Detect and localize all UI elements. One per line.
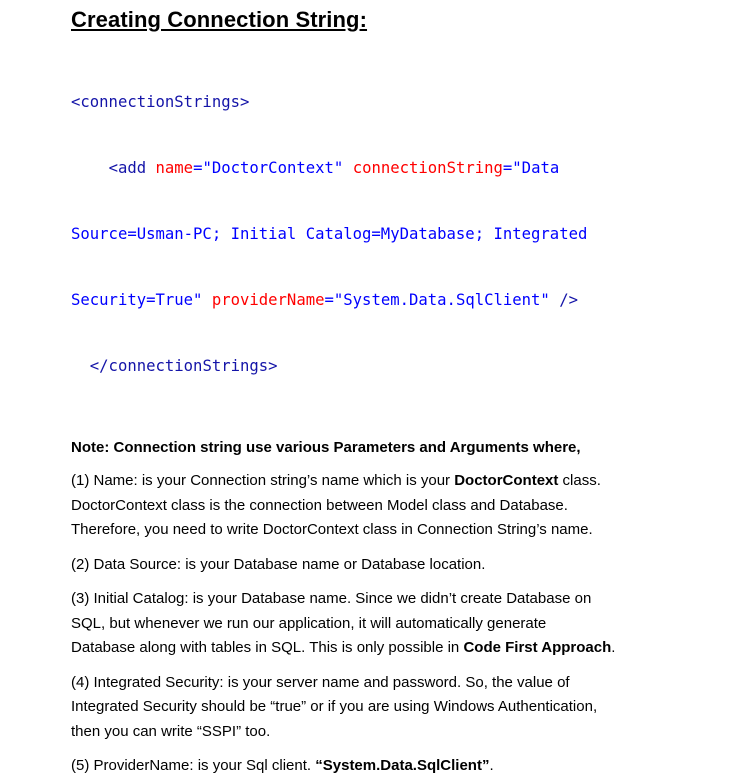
paragraph-line: (3) Initial Catalog: is your Database na…: [71, 590, 592, 607]
text-run: .: [489, 757, 494, 774]
code-provider-attr: providerName: [211, 291, 325, 309]
paragraph-line: DoctorContext class is the connection be…: [71, 496, 568, 514]
paragraph-line: (4) Integrated Security: is your server …: [71, 673, 570, 691]
text-run: Database along with tables in SQL. This …: [71, 639, 464, 656]
code-eq-2: =: [502, 159, 513, 177]
note-heading: Note: Connection string use various Para…: [71, 439, 581, 456]
text-run: (1) Name: is your Connection string’s na…: [71, 472, 455, 489]
text-run: .: [611, 639, 616, 656]
section-heading: Creating Connection String:: [71, 7, 368, 32]
paragraph-name: (1) Name: is your Connection string’s na…: [71, 469, 743, 543]
code-line-2: <add name = "DoctorContext" connectionStri…: [71, 157, 743, 179]
paragraph-line: (1) Name: is your Connection string’s na…: [71, 469, 743, 494]
bold-run: DoctorContext: [454, 472, 559, 489]
paragraph-line: (5) ProviderName: is your Sql client. “S…: [71, 754, 743, 779]
code-line-4: Security=True" providerName="System.Data…: [71, 289, 743, 311]
paragraph-line: Integrated Security should be “true” or …: [71, 698, 598, 715]
code-cs-attr: connectionString: [352, 159, 503, 177]
code-close-tag: </connectionStrings>: [89, 357, 278, 375]
code-cs-value-2: Source=Usman-PC; Initial Catalog=MyDatab…: [71, 225, 588, 243]
code-name-value: "DoctorContext": [202, 159, 344, 177]
text-run: class.: [558, 472, 601, 489]
code-cs-value-1: "Data: [512, 159, 560, 177]
text-run: (5) ProviderName: is your Sql client.: [71, 757, 316, 774]
paragraph-line: Database along with tables in SQL. This …: [71, 636, 743, 661]
paragraph-line: (2) Data Source: is your Database name o…: [71, 555, 486, 573]
paragraph-initial-catalog: (3) Initial Catalog: is your Database na…: [71, 587, 743, 661]
code-line-5: </connectionStrings>: [71, 355, 743, 377]
code-open-tag: <connectionStrings>: [71, 93, 250, 111]
code-cs-value-3: Security=True": [71, 291, 203, 309]
code-eq-3: =: [324, 291, 334, 309]
code-line-3: Source=Usman-PC; Initial Catalog=MyDatab…: [71, 223, 743, 245]
document-page: Creating Connection String: <connectionS…: [71, 0, 743, 779]
code-add-open: <add: [108, 159, 156, 177]
paragraph-line: Therefore, you need to write DoctorConte…: [71, 521, 593, 538]
paragraph-provider-name: (5) ProviderName: is your Sql client. “S…: [71, 754, 743, 779]
paragraph-line: then you can write “SSPI” too.: [71, 722, 271, 740]
code-line-1: <connectionStrings>: [71, 91, 743, 113]
code-provider-value: "System.Data.SqlClient": [333, 291, 550, 309]
code-name-attr: name: [155, 159, 194, 177]
bold-run: “System.Data.SqlClient”: [315, 757, 490, 774]
code-add-close: />: [549, 291, 578, 309]
bold-run: Code First Approach: [463, 639, 612, 656]
code-block: <connectionStrings> <add name = "DoctorCon…: [71, 47, 743, 421]
paragraph-integrated-security: (4) Integrated Security: is your server …: [71, 671, 743, 745]
paragraph-line: SQL, but whenever we run our application…: [71, 614, 547, 632]
paragraph-data-source: (2) Data Source: is your Database name o…: [71, 553, 743, 578]
